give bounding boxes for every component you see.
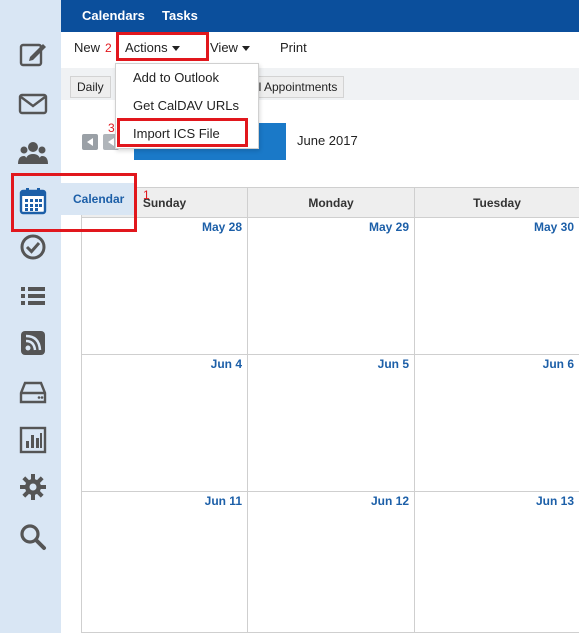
settings-icon[interactable]	[17, 471, 49, 503]
annotation-number: 2	[105, 41, 112, 55]
day-cell[interactable]: May 30	[415, 218, 579, 355]
day-cell[interactable]: Jun 6	[415, 355, 579, 492]
tasks-tab[interactable]: Tasks	[162, 8, 198, 23]
highlight-box-calendar	[11, 173, 137, 232]
day-cell[interactable]: May 29	[248, 218, 415, 355]
contacts-icon[interactable]	[17, 137, 49, 169]
rss-icon[interactable]	[17, 327, 49, 359]
view-label: View	[210, 40, 238, 55]
reports-icon[interactable]	[17, 424, 49, 456]
day-cell[interactable]: Jun 5	[248, 355, 415, 492]
annotation-number: 1	[143, 188, 150, 202]
sidebar	[0, 0, 61, 633]
day-cell[interactable]: May 28	[81, 218, 248, 355]
date-label: May 29	[368, 220, 409, 234]
day-cell[interactable]: Jun 11	[81, 492, 248, 633]
day-cell[interactable]: Jun 4	[81, 355, 248, 492]
drive-icon[interactable]	[17, 376, 49, 408]
view-menu-button[interactable]: View	[210, 40, 250, 55]
date-label: May 30	[533, 220, 574, 234]
top-nav: Calendars Tasks	[61, 0, 579, 32]
print-button[interactable]: Print	[280, 40, 307, 55]
list-icon[interactable]	[17, 280, 49, 312]
chevron-down-icon	[241, 46, 250, 52]
date-label: Jun 6	[542, 357, 574, 371]
highlight-box-import	[117, 118, 248, 147]
highlight-box-actions	[116, 32, 209, 61]
date-label: May 28	[201, 220, 242, 234]
date-label: Jun 11	[204, 494, 242, 508]
period-label: June 2017	[297, 133, 358, 148]
mail-icon[interactable]	[17, 88, 49, 120]
tasks-icon[interactable]	[17, 231, 49, 263]
tab-all-appointments[interactable]: ll Appointments	[245, 76, 345, 98]
day-cell[interactable]: Jun 13	[415, 492, 579, 633]
day-header-tuesday: Tuesday	[415, 187, 579, 218]
menu-item-get-caldav-urls[interactable]: Get CalDAV URLs	[133, 98, 239, 113]
date-label: Jun 5	[377, 357, 409, 371]
date-label: Jun 12	[370, 494, 409, 508]
tab-daily[interactable]: Daily	[70, 76, 111, 98]
day-cell[interactable]: Jun 12	[248, 492, 415, 633]
menu-item-add-to-outlook[interactable]: Add to Outlook	[133, 70, 219, 85]
date-label: Jun 4	[210, 357, 242, 371]
previous-period-icon[interactable]	[82, 134, 98, 150]
day-header-monday: Monday	[248, 187, 415, 218]
edit-icon[interactable]	[17, 38, 49, 70]
calendar-grid: Sunday Monday Tuesday May 28 May 29 May …	[81, 187, 579, 633]
annotation-number: 3	[108, 121, 115, 135]
date-label: Jun 13	[535, 494, 574, 508]
calendars-tab[interactable]: Calendars	[82, 8, 145, 23]
new-button[interactable]: New	[74, 40, 100, 55]
search-icon[interactable]	[17, 521, 49, 553]
